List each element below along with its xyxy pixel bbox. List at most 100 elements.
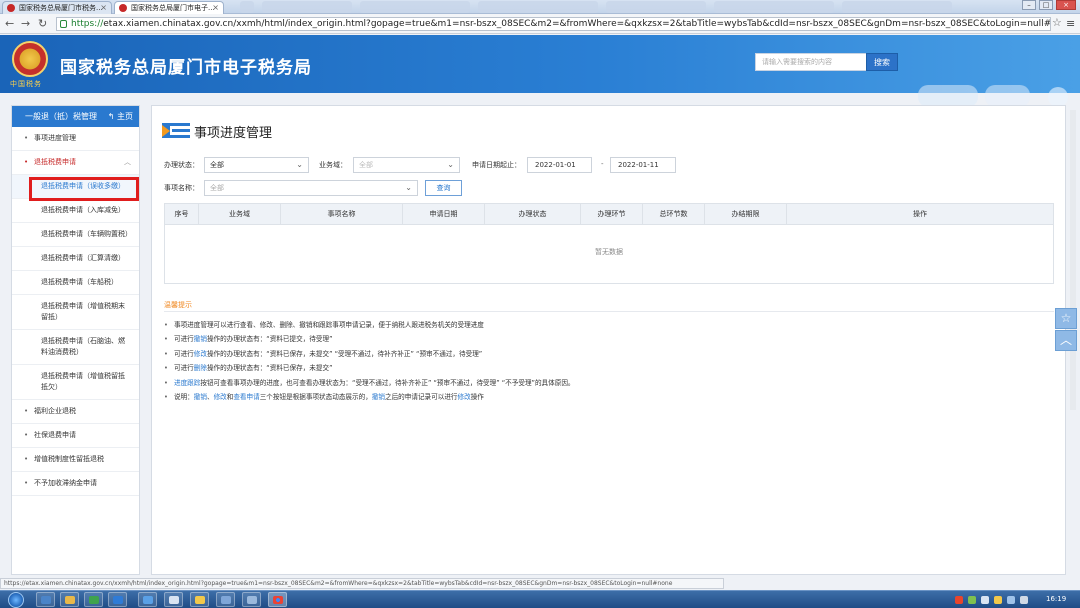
page-title: 事项进度管理 [194, 126, 273, 141]
sidebar-item-vat-institutional[interactable]: 增值税制度性留抵退税 [12, 448, 139, 472]
close-icon[interactable]: × [212, 2, 219, 14]
site-banner: 中国税务 国家税务总局厦门市电子税务局 [0, 35, 1080, 107]
date-separator: - [601, 160, 604, 168]
taskbar-app-icon[interactable] [190, 592, 209, 607]
sidebar-item-refund-vat-offset[interactable]: 退抵税费申请（增值税留抵抵欠） [12, 365, 139, 400]
back-arrow-icon[interactable]: ← [5, 17, 14, 30]
tip-line: 进度跟踪按钮可查看事项办理的进度，也可查看办理状态为：“受理不通过，待补齐补正”… [164, 379, 575, 388]
query-button[interactable]: 查询 [425, 180, 462, 196]
tip-line: 说明：撤销、修改和查看申请三个按钮是根据事项状态动态展示的，撤销之后的申请记录可… [164, 393, 484, 402]
sidebar-item-welfare[interactable]: 福利企业退税 [12, 400, 139, 424]
sidebar-item-label: 退抵税费申请（入库减免） [41, 206, 125, 214]
volume-icon[interactable] [1020, 596, 1028, 604]
maximize-icon[interactable]: □ [1039, 0, 1053, 10]
tip-link-text: 修改 [457, 393, 471, 401]
sidebar-item-label: 福利企业退税 [34, 407, 76, 415]
close-icon[interactable]: × [100, 2, 107, 14]
tray-icon[interactable] [955, 596, 963, 604]
sidebar-item-refund-vessel[interactable]: 退抵税费申请（车船税） [12, 271, 139, 295]
divider [164, 311, 1054, 312]
window-close-icon[interactable]: × [1056, 0, 1076, 10]
item-filter-value: 全部 [210, 184, 224, 192]
browser-tab[interactable]: 国家税务总局厦门市税务... × [2, 1, 112, 14]
column-header: 序号 [165, 204, 199, 225]
status-filter-select[interactable]: 全部 ⌄ [204, 157, 309, 173]
back-to-top-icon[interactable]: ︿ [1055, 330, 1077, 351]
taskbar-app-icon[interactable] [138, 592, 157, 607]
sidebar-item-refund-vat-credit[interactable]: 退抵税费申请（增值税期末留抵） [12, 295, 139, 330]
blurred-element [714, 1, 834, 13]
site-search-input[interactable]: 请输入需要搜索的内容 [755, 53, 867, 71]
sidebar-item-late-fee-waiver[interactable]: 不予加收滞纳金申请 [12, 472, 139, 496]
tab-label: 国家税务总局厦门市税务... [19, 4, 103, 12]
column-header: 办理环节 [581, 204, 643, 225]
taskbar-app-icon[interactable] [60, 592, 79, 607]
os-taskbar: 16:19 [0, 590, 1080, 608]
sidebar-item-refund-reduction[interactable]: 退抵税费申请（入库减免） [12, 199, 139, 223]
taskbar-chrome-icon[interactable] [268, 592, 287, 607]
tip-link-text: 修改 [193, 350, 207, 358]
tip-text: 操作的办理状态有：“资料已提交，待受理” [206, 335, 333, 343]
new-tab-button[interactable] [240, 1, 254, 13]
tip-text: 事项进度管理可以进行查看、修改、删除、撤销和跟踪事项申请记录，便于纳税人跟进税务… [174, 321, 484, 329]
sidebar-item-progress[interactable]: 事项进度管理 [12, 127, 139, 151]
tray-icon[interactable] [981, 596, 989, 604]
item-filter-select[interactable]: 全部 ⌄ [204, 180, 418, 196]
browser-tab-active[interactable]: 国家税务总局厦门市电子... × [114, 1, 224, 14]
tax-emblem-icon [7, 4, 15, 12]
home-link[interactable]: ↰ 主页 [108, 106, 133, 127]
page-scrollbar[interactable] [1070, 110, 1076, 410]
tray-icon[interactable] [994, 596, 1002, 604]
taskbar-app-icon[interactable] [164, 592, 183, 607]
chevron-down-icon: ⌄ [447, 160, 454, 169]
taskbar-app-icon[interactable] [242, 592, 261, 607]
browser-tab-strip: 国家税务总局厦门市税务... × 国家税务总局厦门市电子... × – □ × [0, 0, 1080, 14]
network-icon[interactable] [1007, 596, 1015, 604]
minimize-icon[interactable]: – [1022, 0, 1036, 10]
tip-text: 可进行 [174, 364, 194, 372]
taskbar-app-icon[interactable] [108, 592, 127, 607]
sidebar-item-social-insurance[interactable]: 社保退费申请 [12, 424, 139, 448]
date-to-input[interactable]: 2022-01-11 [610, 157, 676, 173]
bookmark-star-icon[interactable]: ☆ [1052, 16, 1062, 29]
url-field[interactable]: https://etax.xiamen.chinatax.gov.cn/xxmh… [56, 17, 1051, 31]
menu-icon[interactable]: ≡ [1066, 17, 1075, 30]
sidebar-item-label: 退抵税费申请（增值税留抵抵欠） [41, 372, 125, 391]
start-button-icon[interactable] [8, 592, 24, 608]
favorite-star-icon[interactable]: ☆ [1055, 308, 1077, 329]
column-header: 办理状态 [485, 204, 581, 225]
reload-icon[interactable]: ↻ [38, 17, 47, 30]
home-label: 主页 [117, 112, 133, 121]
system-tray [955, 593, 1028, 607]
sidebar-item-label: 退抵税费申请（汇算清缴） [41, 254, 125, 262]
table-header: 序号 业务域 事项名称 申请日期 办理状态 办理环节 总环节数 办结期限 操作 [165, 204, 1053, 225]
chevron-down-icon: ⌄ [405, 183, 412, 192]
url-protocol: https:// [71, 19, 104, 29]
taskbar-app-icon[interactable] [84, 592, 103, 607]
blurred-element [1048, 87, 1068, 107]
domain-filter-select[interactable]: 全部 ⌄ [353, 157, 460, 173]
site-search-button[interactable]: 搜索 [866, 53, 898, 71]
sidebar-item-refund-settlement[interactable]: 退抵税费申请（汇算清缴） [12, 247, 139, 271]
empty-table-text: 暂无数据 [595, 248, 623, 256]
column-header: 操作 [913, 210, 927, 218]
date-from-input[interactable]: 2022-01-01 [527, 157, 592, 173]
column-header: 事项名称 [281, 204, 403, 225]
tip-text: 操作的办理状态有：“资料已保存，未提交” [206, 364, 333, 372]
forward-arrow-icon[interactable]: → [21, 17, 30, 30]
sidebar-item-refund-fuel[interactable]: 退抵税费申请（石脑油、燃料油消费税） [12, 330, 139, 365]
tax-emblem-logo [12, 41, 48, 77]
tray-icon[interactable] [968, 596, 976, 604]
tips-title: 温馨提示 [164, 301, 192, 309]
tip-line: 可进行撤销操作的办理状态有：“资料已提交，待受理” [164, 335, 333, 344]
domain-filter-label: 业务域： [319, 161, 347, 169]
sidebar-item-refund-vehicle[interactable]: 退抵税费申请（车辆购置税） [12, 223, 139, 247]
column-header: 办结期限 [705, 204, 787, 225]
taskbar-app-icon[interactable] [36, 592, 55, 607]
blurred-element [262, 1, 352, 13]
taskbar-app-icon[interactable] [216, 592, 235, 607]
list-title-icon [162, 122, 190, 140]
tip-line: 可进行修改操作的办理状态有：“资料已保存，未提交” “受理不通过，待补齐补正” … [164, 350, 482, 359]
sidebar-item-refund-group[interactable]: 退抵税费申请 ︿ [12, 151, 139, 175]
sidebar-item-label: 退抵税费申请 [34, 158, 76, 166]
